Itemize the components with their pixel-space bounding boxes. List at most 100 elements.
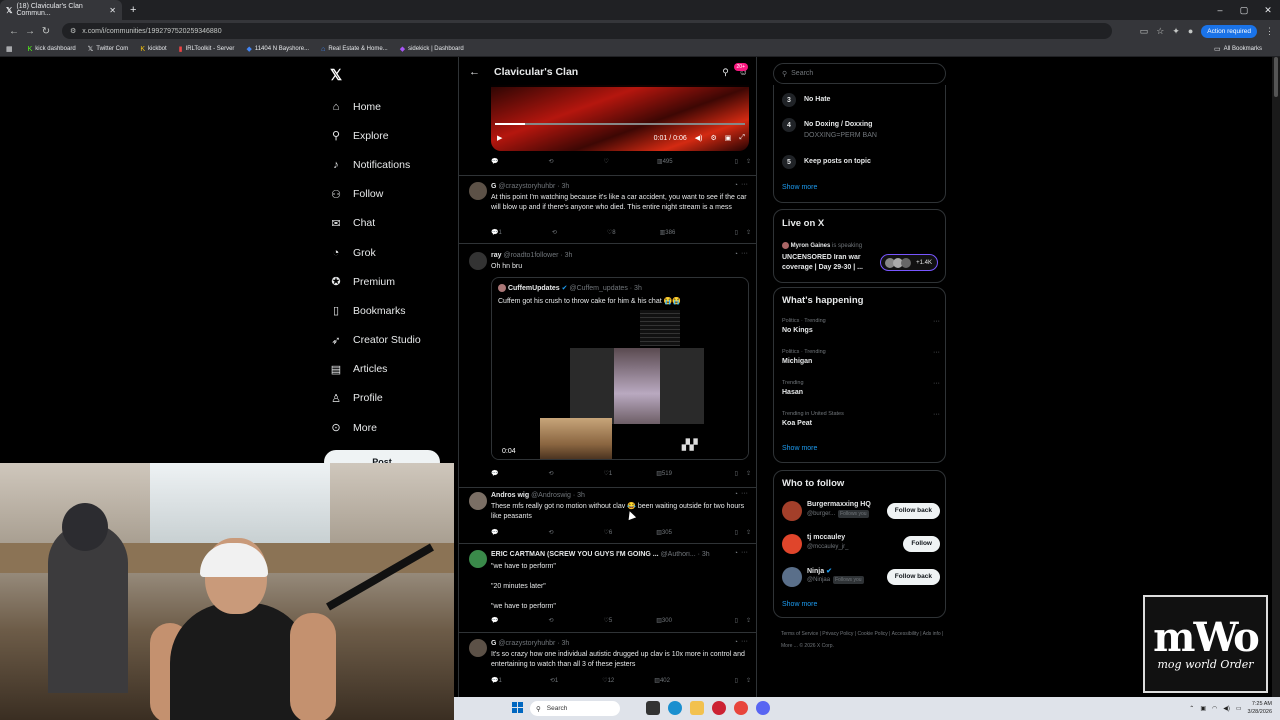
repost-icon[interactable]: ⟲ [548,529,553,536]
post[interactable]: ray @roadto1follower · 3h ◔ ··· Oh hn br… [459,243,756,487]
fullscreen-icon[interactable]: ⤢ [739,134,745,142]
profile-icon[interactable]: ● [1188,26,1193,36]
live-title[interactable]: UNCENSORED Iran war coverage | Day 29-30… [782,253,874,273]
follow-button[interactable]: Follow [903,536,940,552]
trend-item[interactable]: Trending Hasan ··· [782,380,940,396]
bookmark-icon[interactable]: ▯ [735,158,738,165]
views-count[interactable]: ▥ 402 [654,677,670,685]
nav-item-home[interactable]: ⌂ Home [328,92,458,121]
chrome-icon[interactable] [734,701,748,715]
more-options-icon[interactable]: ··· [741,549,748,556]
avatar[interactable] [469,639,487,657]
bookmark-irltoolkit[interactable]: ▮ IRLToolkit - Server [179,45,235,53]
nav-item-profile[interactable]: ♙ Profile [328,384,458,413]
avatar[interactable] [782,567,802,587]
bookmark-kick-dashboard[interactable]: Kkick dashboard [28,46,76,53]
extension-icon[interactable]: ✦ [1172,26,1180,37]
follow-back-button[interactable]: Follow back [886,569,940,585]
action-required-button[interactable]: Action required [1201,24,1257,38]
footer-links[interactable]: Terms of Service | Privacy Policy | Cook… [781,628,951,652]
follow-suggestion[interactable]: Ninja ✔ @Ninjaa Follows you Follow back [782,565,940,589]
follow-suggestion[interactable]: tj mccauley @mccauley_jr_ Follow [782,532,940,556]
more-options-icon[interactable]: ··· [933,411,940,418]
edge-icon[interactable] [668,701,682,715]
volume-icon[interactable]: ◀) [695,134,703,142]
tray-app-icon[interactable]: ▣ [1200,705,1206,712]
nav-item-notifications[interactable]: ♪ Notifications [328,150,458,179]
trend-item[interactable]: Politics · Trending Michigan ··· [782,349,940,365]
views-count[interactable]: ▥ 305 [656,529,672,537]
grok-icon[interactable]: ◔ [734,639,738,646]
reply-icon[interactable]: 💬 [491,529,498,536]
nav-item-follow[interactable]: ⚇ Follow [328,180,458,209]
rule-item[interactable]: 4 No Doxing / Doxxing DOXXING=PERM BAN [782,118,877,139]
windows-start-icon[interactable] [512,702,524,714]
more-options-icon[interactable]: ··· [741,490,748,497]
views-count[interactable]: ▥ 519 [656,470,672,478]
url-input[interactable]: ⚙ x.com/i/communities/199279752025934688… [62,23,1112,39]
bookmark-kickbot[interactable]: Kkickbot [140,46,166,53]
avatar[interactable] [469,492,487,510]
all-bookmarks[interactable]: ▭ All Bookmarks [1214,45,1262,53]
avatar[interactable] [469,550,487,568]
back-icon[interactable]: ← [6,26,22,37]
wifi-icon[interactable]: ◠ [1212,705,1217,712]
share-icon[interactable]: ⇪ [746,529,751,536]
nav-item-articles[interactable]: ▤ Articles [328,355,458,384]
avatar[interactable] [782,534,802,554]
live-listeners-pill[interactable]: +1.4K [880,254,938,271]
avatar[interactable] [469,182,487,200]
nav-item-creator-studio[interactable]: ➶ Creator Studio [328,326,458,355]
reply-icon[interactable]: 💬 1 [491,229,502,237]
share-icon[interactable]: ⇪ [746,617,751,624]
more-options-icon[interactable]: ··· [741,181,748,188]
nav-item-premium[interactable]: ✪ Premium [328,267,458,296]
show-more-link[interactable]: Show more [782,184,817,191]
bookmark-icon[interactable]: ▯ [735,470,738,477]
views-count[interactable]: ▥ 300 [656,617,672,625]
grok-icon[interactable]: ◔ [734,251,738,258]
more-options-icon[interactable]: ··· [741,638,748,645]
discord-icon[interactable] [756,701,770,715]
quote-video[interactable]: 0:04 ▞▞ [492,310,748,459]
bookmark-sidekick[interactable]: ◆ sidekick | Dashboard [400,45,464,53]
bookmark-real-estate[interactable]: ⌂ Real Estate & Home... [321,46,388,53]
battery-icon[interactable]: ▭ [1236,705,1242,712]
repost-icon[interactable]: ⟲ 1 [550,677,558,685]
star-icon[interactable]: ☆ [1156,26,1164,37]
reload-icon[interactable]: ↻ [38,26,54,37]
repost-icon[interactable]: ⟲ [548,617,553,624]
back-arrow-icon[interactable]: ← [469,66,480,78]
follow-back-button[interactable]: Follow back [886,503,940,519]
post[interactable]: G @crazystoryhuhbr · 3h ◔ ··· It's so cr… [459,632,756,697]
repost-icon[interactable]: ⟲ [552,229,557,236]
forward-icon[interactable]: → [22,26,38,37]
show-more-link[interactable]: Show more [782,445,817,452]
more-options-icon[interactable]: ··· [741,250,748,257]
reply-icon[interactable]: 💬 1 [491,677,502,685]
trend-item[interactable]: Trending in United States Koa Peat ··· [782,411,940,427]
share-icon[interactable]: ⇪ [746,677,751,684]
share-icon[interactable]: ⇪ [746,229,751,236]
more-options-icon[interactable]: ··· [933,349,940,356]
taskbar-clock[interactable]: 7:25 AM 3/28/2026 [1248,700,1272,716]
share-icon[interactable]: ⇪ [746,158,751,165]
video-player[interactable]: ▶ 0:01 / 0:06 ◀) ⚙ ▣ ⤢ [491,85,749,151]
like-icon[interactable]: ♡ 6 [604,529,613,537]
x-logo-icon[interactable]: 𝕏 [330,66,342,84]
bookmark-twitter-com[interactable]: 𝕏 Twitter Com [88,45,129,53]
avatar[interactable] [782,501,802,521]
like-icon[interactable]: ♡ 12 [602,677,614,685]
new-tab-icon[interactable]: + [130,4,136,16]
tray-chevron-icon[interactable]: ⌃ [1189,705,1194,712]
browser-tab[interactable]: 𝕏 (18) Clavicular's Clan Commun... ✕ [0,0,122,20]
scrollbar-thumb[interactable] [1274,57,1278,97]
grok-icon[interactable]: ◔ [734,491,738,498]
nav-item-bookmarks[interactable]: ▯ Bookmarks [328,296,458,325]
bookmark-icon[interactable]: ▯ [735,677,738,684]
volume-icon[interactable]: ◀) [1223,705,1230,712]
reply-icon[interactable]: 💬 [491,470,498,477]
post[interactable]: G @crazystoryhuhbr · 3h ◔ ··· At this po… [459,175,756,243]
like-icon[interactable]: ♡ 1 [604,470,613,478]
taskbar-search[interactable]: ⚲ Search [530,701,620,716]
